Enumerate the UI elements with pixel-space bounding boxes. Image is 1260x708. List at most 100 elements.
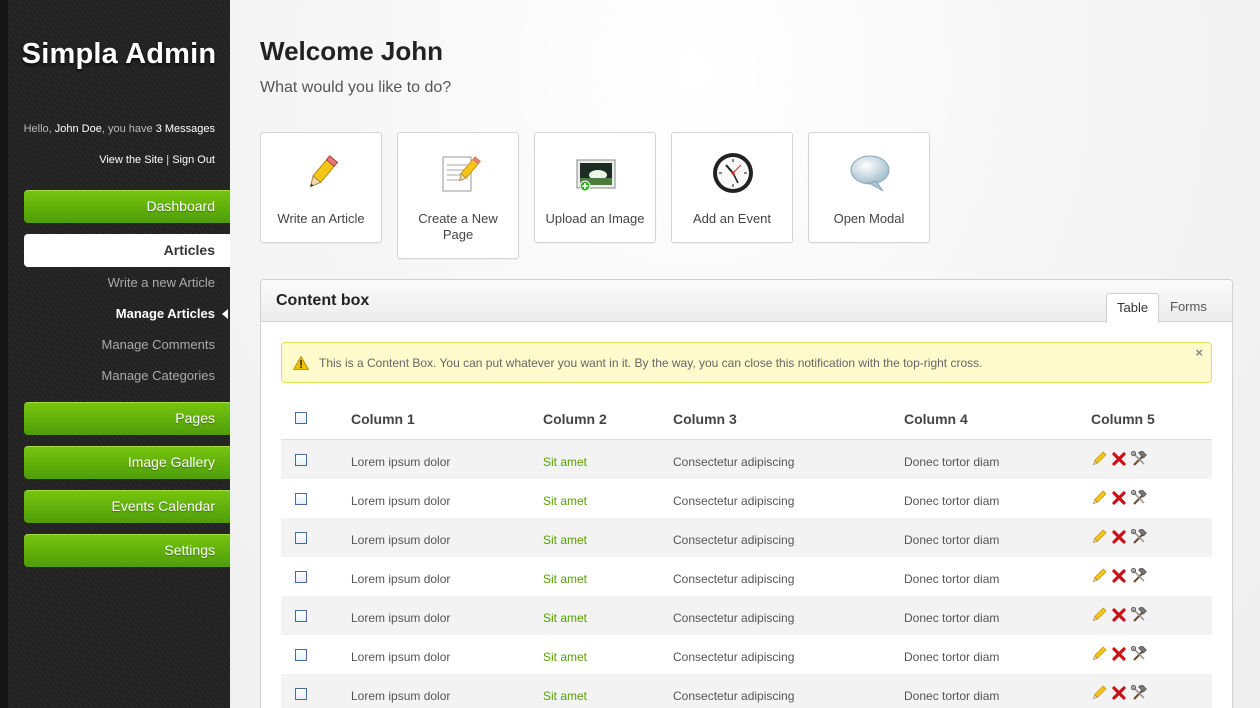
subnav-write-article[interactable]: Write a new Article (108, 275, 215, 290)
nav-articles[interactable]: Articles (24, 234, 230, 267)
brand-logo[interactable]: Simpla Admin (8, 38, 230, 71)
shortcut-label: Add an Event (692, 211, 772, 226)
cell-column-4: Donec tortor diam (904, 494, 1000, 508)
cell-column-2-link[interactable]: Sit amet (543, 689, 587, 703)
tools-hammer-icon[interactable] (1131, 685, 1147, 701)
cell-column-2-link[interactable]: Sit amet (543, 611, 587, 625)
tab-forms[interactable]: Forms (1160, 293, 1217, 322)
tab-table[interactable]: Table (1106, 293, 1160, 323)
table-row: Lorem ipsum dolor Sit amet Consectetur a… (281, 635, 1212, 674)
link-separator: | (166, 154, 170, 166)
clock-icon (713, 153, 753, 193)
cell-column-3: Consectetur adipiscing (673, 533, 795, 547)
cell-column-1: Lorem ipsum dolor (351, 455, 451, 469)
column-header[interactable]: Column 1 (351, 411, 415, 427)
edit-pencil-icon[interactable] (1091, 490, 1107, 506)
shortcut-label: Create a New Page (418, 211, 498, 242)
edit-pencil-icon[interactable] (1091, 568, 1107, 584)
delete-cross-icon[interactable] (1111, 451, 1127, 467)
cell-column-4: Donec tortor diam (904, 572, 1000, 586)
cell-column-1: Lorem ipsum dolor (351, 650, 451, 664)
row-checkbox[interactable] (295, 688, 307, 700)
notification-text: This is a Content Box. You can put whate… (319, 356, 983, 370)
profile-user-link[interactable]: John Doe (55, 123, 102, 135)
row-checkbox[interactable] (295, 454, 307, 466)
profile-links: View the Site | Sign Out (99, 154, 215, 166)
shortcut-add-event[interactable]: Add an Event (671, 132, 793, 243)
delete-cross-icon[interactable] (1111, 490, 1127, 506)
close-icon[interactable]: × (1195, 345, 1203, 360)
row-checkbox[interactable] (295, 532, 307, 544)
messages-link[interactable]: 3 Messages (156, 123, 215, 135)
subnav-manage-categories[interactable]: Manage Categories (102, 368, 215, 383)
cell-column-3: Consectetur adipiscing (673, 494, 795, 508)
cell-column-2-link[interactable]: Sit amet (543, 572, 587, 586)
edit-pencil-icon[interactable] (1091, 529, 1107, 545)
tools-hammer-icon[interactable] (1131, 529, 1147, 545)
select-all-checkbox[interactable] (295, 412, 307, 424)
table-header-row: Column 1 Column 2 Column 3 Column 4 Colu… (281, 398, 1212, 440)
cell-column-3: Consectetur adipiscing (673, 572, 795, 586)
cell-column-2-link[interactable]: Sit amet (543, 455, 587, 469)
delete-cross-icon[interactable] (1111, 607, 1127, 623)
delete-cross-icon[interactable] (1111, 646, 1127, 662)
tools-hammer-icon[interactable] (1131, 646, 1147, 662)
nav-dashboard[interactable]: Dashboard (24, 190, 230, 223)
sidebar: Simpla Admin Hello, John Doe, you have 3… (0, 0, 230, 708)
cell-column-1: Lorem ipsum dolor (351, 494, 451, 508)
tools-hammer-icon[interactable] (1131, 568, 1147, 584)
sign-out-link[interactable]: Sign Out (172, 154, 215, 166)
shortcut-write-article[interactable]: Write an Article (260, 132, 382, 243)
row-checkbox[interactable] (295, 610, 307, 622)
main-content: Welcome John What would you like to do? … (230, 0, 1260, 708)
shortcut-label: Open Modal (833, 211, 905, 226)
edit-pencil-icon[interactable] (1091, 607, 1107, 623)
cell-column-2-link[interactable]: Sit amet (543, 533, 587, 547)
column-header[interactable]: Column 5 (1091, 411, 1155, 427)
cell-column-1: Lorem ipsum dolor (351, 611, 451, 625)
edit-pencil-icon[interactable] (1091, 646, 1107, 662)
cell-column-4: Donec tortor diam (904, 689, 1000, 703)
shortcut-upload-image[interactable]: Upload an Image (534, 132, 656, 243)
cell-column-4: Donec tortor diam (904, 650, 1000, 664)
subnav-manage-articles-label: Manage Articles (115, 306, 215, 321)
view-site-link[interactable]: View the Site (99, 154, 163, 166)
cell-column-4: Donec tortor diam (904, 611, 1000, 625)
edit-pencil-icon[interactable] (1091, 685, 1107, 701)
tools-hammer-icon[interactable] (1131, 490, 1147, 506)
shortcut-open-modal[interactable]: Open Modal (808, 132, 930, 243)
notification-attention: This is a Content Box. You can put whate… (281, 342, 1212, 383)
tools-hammer-icon[interactable] (1131, 451, 1147, 467)
page-title: Welcome John (260, 36, 444, 66)
column-header[interactable]: Column 3 (673, 411, 737, 427)
edit-pencil-icon[interactable] (1091, 451, 1107, 467)
row-checkbox[interactable] (295, 493, 307, 505)
image-upload-icon (576, 159, 616, 192)
nav-events-calendar[interactable]: Events Calendar (24, 490, 230, 523)
subnav-manage-articles[interactable]: Manage Articles (115, 306, 228, 321)
delete-cross-icon[interactable] (1111, 529, 1127, 545)
table-row: Lorem ipsum dolor Sit amet Consectetur a… (281, 479, 1212, 518)
table-row: Lorem ipsum dolor Sit amet Consectetur a… (281, 518, 1212, 557)
subnav-manage-comments[interactable]: Manage Comments (102, 337, 215, 352)
nav-settings[interactable]: Settings (24, 534, 230, 567)
cell-column-2-link[interactable]: Sit amet (543, 650, 587, 664)
nav-pages[interactable]: Pages (24, 402, 230, 435)
content-box: Content box Table Forms This is a Conten… (260, 279, 1233, 708)
row-checkbox[interactable] (295, 649, 307, 661)
cell-column-1: Lorem ipsum dolor (351, 689, 451, 703)
row-checkbox[interactable] (295, 571, 307, 583)
current-arrow-icon (222, 309, 228, 319)
column-header[interactable]: Column 4 (904, 411, 968, 427)
cell-column-2-link[interactable]: Sit amet (543, 494, 587, 508)
cell-column-4: Donec tortor diam (904, 533, 1000, 547)
column-header[interactable]: Column 2 (543, 411, 607, 427)
shortcut-create-page[interactable]: Create a New Page (397, 132, 519, 259)
tools-hammer-icon[interactable] (1131, 607, 1147, 623)
delete-cross-icon[interactable] (1111, 685, 1127, 701)
delete-cross-icon[interactable] (1111, 568, 1127, 584)
nav-image-gallery[interactable]: Image Gallery (24, 446, 230, 479)
cell-column-3: Consectetur adipiscing (673, 455, 795, 469)
content-box-title: Content box (276, 292, 370, 309)
greeting-text: Hello, (23, 123, 52, 135)
